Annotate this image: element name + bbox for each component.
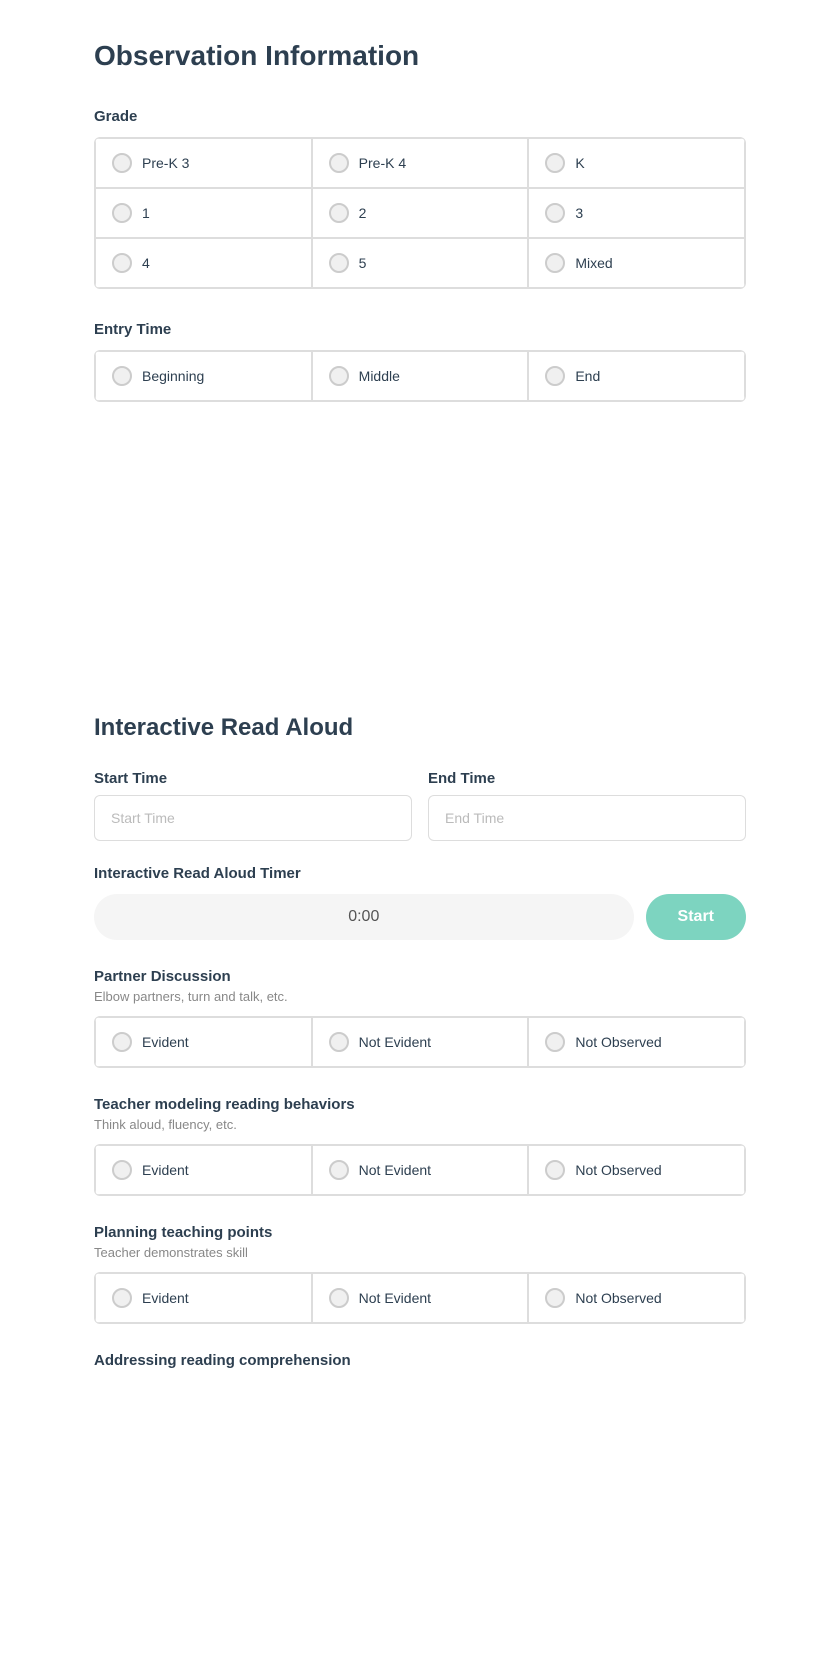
radio-circle-beginning	[112, 366, 132, 386]
entry-time-beginning-label: Beginning	[142, 368, 204, 384]
addressing-section: Addressing reading comprehension	[94, 1352, 746, 1369]
pt-not-observed-label: Not Observed	[575, 1290, 661, 1306]
grade-label-mixed: Mixed	[575, 255, 612, 271]
radio-circle-pt-evident	[112, 1288, 132, 1308]
radio-circle-2	[329, 203, 349, 223]
radio-circle-prek4	[329, 153, 349, 173]
pt-not-evident-label: Not Evident	[359, 1290, 431, 1306]
start-time-label: Start Time	[94, 770, 412, 787]
time-row: Start Time End Time	[94, 770, 746, 841]
grade-label-k: K	[575, 155, 584, 171]
entry-time-label: Entry Time	[94, 321, 746, 338]
timer-start-button[interactable]: Start	[646, 894, 746, 940]
partner-discussion-not-evident[interactable]: Not Evident	[312, 1017, 529, 1067]
teacher-modeling-sublabel: Think aloud, fluency, etc.	[94, 1117, 746, 1132]
timer-label: Interactive Read Aloud Timer	[94, 865, 746, 882]
partner-discussion-sublabel: Elbow partners, turn and talk, etc.	[94, 989, 746, 1004]
planning-teaching-options-grid: Evident Not Evident Not Observed	[94, 1272, 746, 1324]
grade-option-mixed[interactable]: Mixed	[528, 238, 745, 288]
entry-time-beginning[interactable]: Beginning	[95, 351, 312, 401]
entry-time-section: Entry Time Beginning Middle End	[94, 321, 746, 402]
timer-display: 0:00	[94, 894, 634, 940]
grade-option-3[interactable]: 3	[528, 188, 745, 238]
spacer	[94, 434, 746, 714]
radio-circle-tm-evident	[112, 1160, 132, 1180]
radio-circle-pd-evident	[112, 1032, 132, 1052]
grade-label-1: 1	[142, 205, 150, 221]
radio-circle-5	[329, 253, 349, 273]
pd-evident-label: Evident	[142, 1034, 189, 1050]
start-time-input[interactable]	[94, 795, 412, 841]
tm-not-evident-label: Not Evident	[359, 1162, 431, 1178]
grade-option-k[interactable]: K	[528, 138, 745, 188]
radio-circle-pd-not-observed	[545, 1032, 565, 1052]
tm-evident-label: Evident	[142, 1162, 189, 1178]
grade-label-4: 4	[142, 255, 150, 271]
addressing-label: Addressing reading comprehension	[94, 1352, 746, 1369]
entry-time-middle[interactable]: Middle	[312, 351, 529, 401]
end-time-field: End Time	[428, 770, 746, 841]
timer-section: Interactive Read Aloud Timer 0:00 Start	[94, 865, 746, 940]
entry-time-middle-label: Middle	[359, 368, 400, 384]
pd-not-evident-label: Not Evident	[359, 1034, 431, 1050]
grade-option-4[interactable]: 4	[95, 238, 312, 288]
grade-option-prek4[interactable]: Pre-K 4	[312, 138, 529, 188]
radio-circle-mixed	[545, 253, 565, 273]
teacher-modeling-options-grid: Evident Not Evident Not Observed	[94, 1144, 746, 1196]
end-time-input[interactable]	[428, 795, 746, 841]
teacher-modeling-not-evident[interactable]: Not Evident	[312, 1145, 529, 1195]
teacher-modeling-label: Teacher modeling reading behaviors	[94, 1096, 746, 1113]
timer-row: 0:00 Start	[94, 894, 746, 940]
planning-teaching-not-evident[interactable]: Not Evident	[312, 1273, 529, 1323]
radio-circle-pt-not-observed	[545, 1288, 565, 1308]
start-time-field: Start Time	[94, 770, 412, 841]
entry-time-end-label: End	[575, 368, 600, 384]
grade-option-1[interactable]: 1	[95, 188, 312, 238]
pd-not-observed-label: Not Observed	[575, 1034, 661, 1050]
radio-circle-tm-not-evident	[329, 1160, 349, 1180]
radio-circle-prek3	[112, 153, 132, 173]
teacher-modeling-section: Teacher modeling reading behaviors Think…	[94, 1096, 746, 1196]
grade-label: Grade	[94, 108, 746, 125]
grade-options-grid: Pre-K 3 Pre-K 4 K 1 2 3	[94, 137, 746, 289]
radio-circle-tm-not-observed	[545, 1160, 565, 1180]
grade-label-prek3: Pre-K 3	[142, 155, 189, 171]
partner-discussion-not-observed[interactable]: Not Observed	[528, 1017, 745, 1067]
interactive-read-aloud-title: Interactive Read Aloud	[94, 714, 746, 742]
radio-circle-1	[112, 203, 132, 223]
grade-label-5: 5	[359, 255, 367, 271]
planning-teaching-label: Planning teaching points	[94, 1224, 746, 1241]
radio-circle-middle	[329, 366, 349, 386]
entry-time-options-grid: Beginning Middle End	[94, 350, 746, 402]
grade-option-2[interactable]: 2	[312, 188, 529, 238]
grade-section: Grade Pre-K 3 Pre-K 4 K 1 2	[94, 108, 746, 289]
partner-discussion-options-grid: Evident Not Evident Not Observed	[94, 1016, 746, 1068]
tm-not-observed-label: Not Observed	[575, 1162, 661, 1178]
grade-label-3: 3	[575, 205, 583, 221]
radio-circle-4	[112, 253, 132, 273]
end-time-label: End Time	[428, 770, 746, 787]
planning-teaching-not-observed[interactable]: Not Observed	[528, 1273, 745, 1323]
planning-teaching-evident[interactable]: Evident	[95, 1273, 312, 1323]
observation-info-title: Observation Information	[94, 40, 746, 72]
grade-option-5[interactable]: 5	[312, 238, 529, 288]
radio-circle-3	[545, 203, 565, 223]
partner-discussion-evident[interactable]: Evident	[95, 1017, 312, 1067]
teacher-modeling-not-observed[interactable]: Not Observed	[528, 1145, 745, 1195]
radio-circle-end	[545, 366, 565, 386]
radio-circle-pd-not-evident	[329, 1032, 349, 1052]
planning-teaching-section: Planning teaching points Teacher demonst…	[94, 1224, 746, 1324]
radio-circle-k	[545, 153, 565, 173]
entry-time-end[interactable]: End	[528, 351, 745, 401]
radio-circle-pt-not-evident	[329, 1288, 349, 1308]
teacher-modeling-evident[interactable]: Evident	[95, 1145, 312, 1195]
grade-label-prek4: Pre-K 4	[359, 155, 406, 171]
planning-teaching-sublabel: Teacher demonstrates skill	[94, 1245, 746, 1260]
pt-evident-label: Evident	[142, 1290, 189, 1306]
grade-option-prek3[interactable]: Pre-K 3	[95, 138, 312, 188]
partner-discussion-label: Partner Discussion	[94, 968, 746, 985]
grade-label-2: 2	[359, 205, 367, 221]
partner-discussion-section: Partner Discussion Elbow partners, turn …	[94, 968, 746, 1068]
